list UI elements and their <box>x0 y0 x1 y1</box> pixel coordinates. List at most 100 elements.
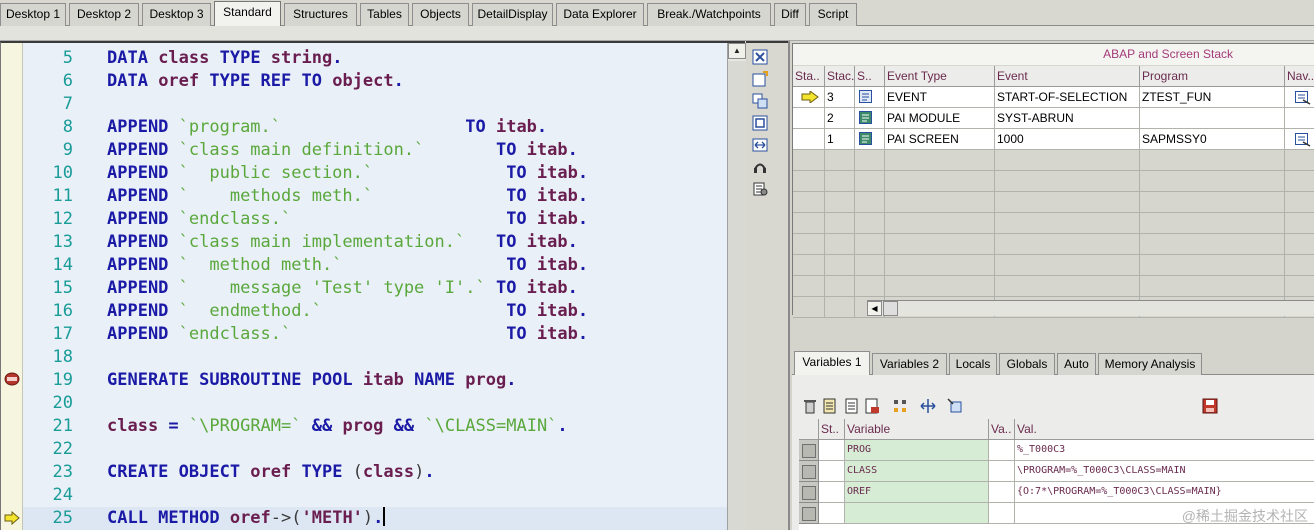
code-area[interactable]: 5 DATA class TYPE string. 6 DATA oref TYPE … <box>23 43 727 530</box>
stack-column-header[interactable]: Stac.. <box>825 66 855 87</box>
stack-cell[interactable] <box>1140 108 1285 129</box>
tab-structures[interactable]: Structures <box>284 3 357 26</box>
tab-globals[interactable]: Globals <box>999 353 1055 375</box>
structure-icon[interactable] <box>892 398 908 414</box>
tab-script[interactable]: Script <box>809 3 857 26</box>
stack-cell[interactable] <box>1285 129 1314 150</box>
variable-type-cell[interactable] <box>989 503 1015 524</box>
tab-tables[interactable]: Tables <box>360 3 409 26</box>
tab-desktop-1[interactable]: Desktop 1 <box>0 3 66 26</box>
stack-cell[interactable]: ZTEST_FUN <box>1140 87 1285 108</box>
stack-cell[interactable]: PAI MODULE <box>885 108 995 129</box>
variable-value-cell[interactable]: {O:7*\PROGRAM=%_T000C3\CLASS=MAIN} <box>1015 482 1314 503</box>
tab-locals[interactable]: Locals <box>949 353 997 375</box>
stack-column-header[interactable]: S.. <box>855 66 885 87</box>
stack-column-header[interactable]: Program <box>1140 66 1285 87</box>
tab-variables-1[interactable]: Variables 1 <box>794 351 870 376</box>
stack-cell[interactable] <box>1285 108 1314 129</box>
stack-cell[interactable] <box>855 87 885 108</box>
line-number: 21 <box>52 416 73 436</box>
row-selector[interactable] <box>799 440 819 461</box>
close-icon[interactable] <box>752 49 768 65</box>
variable-type-cell[interactable] <box>989 461 1015 482</box>
replace-tool-icon[interactable] <box>752 93 768 109</box>
tab-data-explorer[interactable]: Data Explorer <box>556 3 644 26</box>
variable-name-cell[interactable]: CLASS <box>845 461 989 482</box>
navigate-to-source-icon[interactable] <box>1295 91 1311 105</box>
stack-cell[interactable]: SAPMSSY0 <box>1140 129 1285 150</box>
stack-cell[interactable] <box>855 129 885 150</box>
maximize-icon[interactable] <box>752 115 768 131</box>
tab-objects[interactable]: Objects <box>412 3 469 26</box>
stack-horizontal-scrollbar[interactable]: ◀ <box>867 300 1314 316</box>
tab-detaildisplay[interactable]: DetailDisplay <box>472 3 553 26</box>
tab-break-watchpoints[interactable]: Break./Watchpoints <box>647 3 771 26</box>
stack-cell[interactable] <box>793 129 825 150</box>
scroll-thumb[interactable] <box>728 61 746 530</box>
settings-icon[interactable] <box>752 181 768 197</box>
row-selector[interactable] <box>799 461 819 482</box>
breakpoint-gutter[interactable] <box>1 43 23 530</box>
row-selector-header[interactable] <box>799 419 819 440</box>
services-icon[interactable] <box>752 159 768 175</box>
variable-value-cell[interactable]: %_T000C3 <box>1015 440 1314 461</box>
export-variables-icon[interactable] <box>864 398 880 414</box>
variable-name-cell[interactable] <box>845 503 989 524</box>
editor-vertical-scrollbar[interactable]: ▲ <box>727 43 746 530</box>
tab-desktop-3[interactable]: Desktop 3 <box>142 3 211 26</box>
variable-name-cell[interactable]: OREF <box>845 482 989 503</box>
code-text: GENERATE SUBROUTINE POOL itab NAME prog. <box>107 369 516 392</box>
row-selector[interactable] <box>799 503 819 524</box>
variable-status-cell <box>819 503 845 524</box>
stack-column-header[interactable]: Sta.. <box>793 66 825 87</box>
scroll-thumb[interactable] <box>883 301 898 316</box>
stack-column-header[interactable]: Event <box>995 66 1140 87</box>
variables-column-header[interactable]: Variable <box>845 419 989 440</box>
scroll-up-button[interactable]: ▲ <box>728 43 746 59</box>
row-selector[interactable] <box>799 482 819 503</box>
stack-cell[interactable]: 1000 <box>995 129 1140 150</box>
code-token: ) <box>362 508 374 528</box>
tab-memory-analysis[interactable]: Memory Analysis <box>1098 353 1202 375</box>
scroll-left-button[interactable]: ◀ <box>867 301 882 316</box>
swap-icon[interactable] <box>752 137 768 153</box>
stack-column-header[interactable]: Nav.. <box>1285 66 1314 87</box>
code-token: . <box>373 508 384 528</box>
tab-auto[interactable]: Auto <box>1057 353 1096 375</box>
open-object-icon[interactable] <box>947 398 963 414</box>
variable-type-cell[interactable] <box>989 440 1015 461</box>
stack-cell[interactable]: 2 <box>825 108 855 129</box>
breakpoint-icon[interactable] <box>4 372 20 386</box>
tab-desktop-2[interactable]: Desktop 2 <box>69 3 139 26</box>
stack-column-header[interactable]: Event Type <box>885 66 995 87</box>
delete-icon[interactable] <box>802 398 818 414</box>
navigate-icon[interactable] <box>920 398 936 414</box>
stack-cell[interactable]: START-OF-SELECTION <box>995 87 1140 108</box>
variables-column-header[interactable]: Va.. <box>989 419 1015 440</box>
stack-cell[interactable] <box>793 108 825 129</box>
variable-type-cell[interactable] <box>989 482 1015 503</box>
new-tool-icon[interactable] <box>752 71 768 87</box>
stack-cell[interactable]: EVENT <box>885 87 995 108</box>
save-icon[interactable] <box>1202 398 1218 414</box>
code-token: APPEND <box>107 301 179 321</box>
tab-diff[interactable]: Diff <box>774 3 806 26</box>
save-variables-icon[interactable] <box>844 398 860 414</box>
load-variables-icon[interactable] <box>822 398 838 414</box>
tab-variables-2[interactable]: Variables 2 <box>872 353 947 375</box>
stack-cell[interactable] <box>855 108 885 129</box>
stack-cell[interactable]: 3 <box>825 87 855 108</box>
stack-cell[interactable]: 1 <box>825 129 855 150</box>
line-number: 6 <box>62 71 73 91</box>
stack-cell[interactable] <box>793 87 825 108</box>
variable-name-cell[interactable]: PROG <box>845 440 989 461</box>
variable-value-cell[interactable]: \PROGRAM=%_T000C3\CLASS=MAIN <box>1015 461 1314 482</box>
stack-cell[interactable]: SYST-ABRUN <box>995 108 1140 129</box>
variables-column-header[interactable]: St.. <box>819 419 845 440</box>
stack-cell[interactable] <box>1285 87 1314 108</box>
stack-empty-cell <box>1285 234 1314 255</box>
navigate-to-source-icon[interactable] <box>1295 133 1311 147</box>
variables-column-header[interactable]: Val. <box>1015 419 1314 440</box>
tab-standard[interactable]: Standard <box>214 1 281 27</box>
stack-cell[interactable]: PAI SCREEN <box>885 129 995 150</box>
